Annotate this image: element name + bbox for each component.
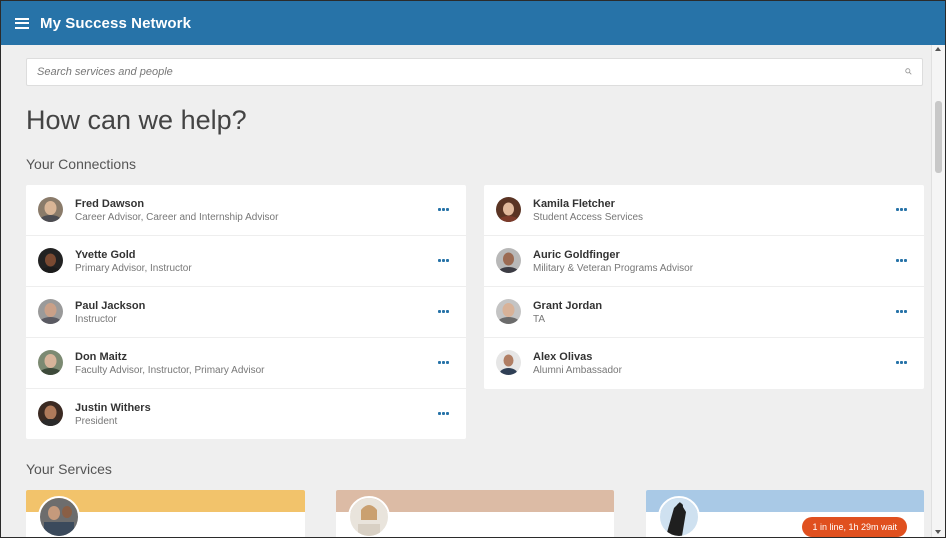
connection-role: Career Advisor, Career and Internship Ad…	[75, 212, 279, 223]
scroll-up-icon[interactable]	[935, 47, 941, 51]
connection-item[interactable]: Fred Dawson Career Advisor, Career and I…	[26, 185, 466, 236]
connections-list-left: Fred Dawson Career Advisor, Career and I…	[26, 185, 466, 439]
app-title: My Success Network	[40, 14, 192, 32]
connection-role: Instructor	[75, 314, 117, 325]
page-scrollbar[interactable]	[931, 45, 945, 537]
connection-name: Paul Jackson	[75, 300, 146, 312]
connection-name: Kamila Fletcher	[533, 198, 615, 210]
connection-role: Alumni Ambassador	[533, 365, 622, 376]
avatar	[38, 401, 63, 426]
more-dots-icon[interactable]	[896, 259, 907, 262]
avatar	[38, 197, 63, 222]
connection-item[interactable]: Kamila Fletcher Student Access Services	[484, 185, 924, 236]
more-dots-icon[interactable]	[896, 310, 907, 313]
connections-section-title: Your Connections	[26, 156, 137, 172]
more-dots-icon[interactable]	[438, 361, 449, 364]
connection-role: Student Access Services	[533, 212, 644, 223]
app-window: My Success Network How can we help? Your…	[0, 0, 946, 538]
connection-item[interactable]: Paul Jackson Instructor	[26, 287, 466, 338]
connection-name: Yvette Gold	[75, 249, 136, 261]
connection-name: Justin Withers	[75, 402, 151, 414]
search-bar	[26, 58, 923, 86]
avatar	[38, 350, 63, 375]
more-dots-icon[interactable]	[438, 412, 449, 415]
connection-name: Auric Goldfinger	[533, 249, 620, 261]
avatar	[38, 299, 63, 324]
connection-name: Fred Dawson	[75, 198, 145, 210]
more-dots-icon[interactable]	[438, 259, 449, 262]
connection-role: Military & Veteran Programs Advisor	[533, 263, 694, 274]
more-dots-icon[interactable]	[438, 208, 449, 211]
more-dots-icon[interactable]	[896, 361, 907, 364]
page-headline: How can we help?	[26, 105, 247, 135]
avatar	[496, 299, 521, 324]
service-image	[38, 496, 80, 537]
service-card[interactable]: 1 in line, 1h 29m wait	[646, 490, 924, 537]
search-input[interactable]	[27, 59, 887, 85]
connection-role: Faculty Advisor, Instructor, Primary Adv…	[75, 365, 265, 376]
search-icon[interactable]	[905, 68, 912, 75]
top-bar: My Success Network	[1, 1, 945, 45]
wait-time-badge: 1 in line, 1h 29m wait	[802, 517, 907, 537]
connections-list-right: Kamila Fletcher Student Access Services …	[484, 185, 924, 389]
avatar	[496, 197, 521, 222]
service-card[interactable]	[26, 490, 305, 537]
service-image	[348, 496, 390, 537]
connection-item[interactable]: Grant Jordan TA	[484, 287, 924, 338]
connection-item[interactable]: Don Maitz Faculty Advisor, Instructor, P…	[26, 338, 466, 389]
connection-name: Alex Olivas	[533, 351, 593, 363]
connection-item[interactable]: Alex Olivas Alumni Ambassador	[484, 338, 924, 389]
avatar	[38, 248, 63, 273]
service-image	[658, 496, 700, 537]
avatar	[496, 350, 521, 375]
connection-item[interactable]: Justin Withers President	[26, 389, 466, 440]
connection-item[interactable]: Yvette Gold Primary Advisor, Instructor	[26, 236, 466, 287]
service-card[interactable]	[336, 490, 614, 537]
connection-role: President	[75, 416, 118, 427]
scroll-down-icon[interactable]	[935, 530, 941, 534]
connection-name: Don Maitz	[75, 351, 127, 363]
connection-name: Grant Jordan	[533, 300, 603, 312]
connection-role: Primary Advisor, Instructor	[75, 263, 192, 274]
hamburger-menu-icon[interactable]	[15, 17, 29, 29]
connection-item[interactable]: Auric Goldfinger Military & Veteran Prog…	[484, 236, 924, 287]
scroll-thumb[interactable]	[935, 101, 942, 173]
connection-role: TA	[533, 314, 546, 325]
more-dots-icon[interactable]	[896, 208, 907, 211]
more-dots-icon[interactable]	[438, 310, 449, 313]
avatar	[496, 248, 521, 273]
services-section-title: Your Services	[26, 461, 112, 477]
